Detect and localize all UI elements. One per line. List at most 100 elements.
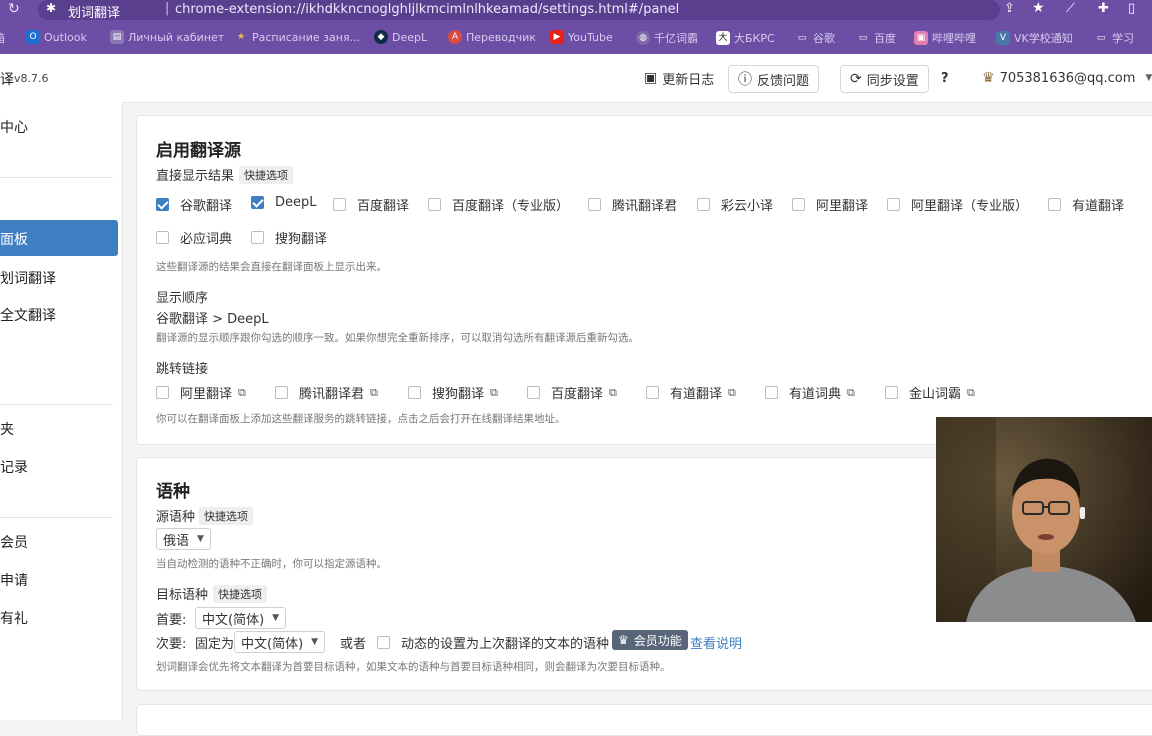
jump-checkbox-sogou[interactable]: 搜狗翻译 ⧉ — [408, 383, 498, 402]
vk-icon: V — [996, 31, 1010, 45]
page-icon: ▤ — [110, 30, 124, 44]
source-checkbox-ali-pro[interactable]: 阿里翻译（专业版） — [887, 195, 1028, 214]
checkbox[interactable] — [1048, 198, 1061, 211]
crown-icon: ♛ — [982, 70, 995, 86]
checkbox[interactable] — [408, 386, 421, 399]
next-section-card — [136, 704, 1152, 736]
secondary-target-label: 次要: — [156, 637, 187, 652]
source-checkbox-ali[interactable]: 阿里翻译 — [792, 195, 868, 214]
checkbox[interactable] — [792, 198, 805, 211]
bookmark-item[interactable]: ▭ 百度 — [856, 30, 896, 46]
feedback-button[interactable]: ⓘ 反馈问题 — [728, 65, 820, 93]
sidebar-divider — [0, 177, 113, 178]
sidebar-item-apply[interactable]: 申请 — [0, 570, 28, 590]
globe-icon: ◍ — [636, 31, 650, 45]
quick-options-tag[interactable]: 快捷选项 — [213, 585, 267, 603]
jump-checkbox-kingsoft[interactable]: 金山词霸 ⧉ — [885, 383, 975, 402]
view-details-link[interactable]: 查看说明 — [690, 633, 742, 652]
checkbox[interactable] — [333, 198, 346, 211]
checkbox[interactable] — [156, 198, 169, 211]
jump-checkbox-youdao-dict[interactable]: 有道词典 ⧉ — [765, 383, 855, 402]
source-checkbox-bing[interactable]: 必应词典 — [156, 228, 232, 247]
quick-options-tag[interactable]: 快捷选项 — [239, 166, 293, 184]
sidebar-item-rewards[interactable]: 有礼 — [0, 608, 28, 628]
checkbox[interactable] — [251, 231, 264, 244]
source-language-select[interactable]: 俄语 ▼ — [156, 528, 211, 550]
puzzle-icon[interactable]: ✚ — [1098, 1, 1109, 16]
outlook-icon: O — [26, 30, 40, 44]
source-checkbox-baidu-pro[interactable]: 百度翻译（专业版） — [428, 195, 569, 214]
deepl-icon: ◆ — [374, 30, 388, 44]
chevron-down-icon: ▼ — [1145, 73, 1152, 83]
dynamic-language-checkbox[interactable]: 动态的设置为上次翻译的文本的语种 — [377, 633, 609, 652]
jump-checkbox-ali[interactable]: 阿里翻译 ⧉ — [156, 383, 246, 402]
bookmark-item[interactable]: ▣ 哔哩哔哩 — [914, 30, 976, 46]
source-language-label: 源语种 — [156, 510, 196, 525]
primary-target-select[interactable]: 中文(简体) ▼ — [195, 607, 287, 629]
checkbox[interactable] — [251, 196, 264, 209]
sidebar-item-folder[interactable]: 夹 — [0, 419, 14, 439]
quick-options-tag[interactable]: 快捷选项 — [199, 507, 253, 525]
jump-links-label: 跳转链接 — [156, 362, 209, 377]
jump-checkbox-baidu[interactable]: 百度翻译 ⧉ — [527, 383, 617, 402]
bookmark-item[interactable]: ★ Расписание заня... — [234, 30, 360, 44]
source-checkbox-deepl[interactable]: DeepL — [251, 195, 317, 210]
checkbox[interactable] — [588, 198, 601, 211]
checkbox[interactable] — [275, 386, 288, 399]
checkbox[interactable] — [527, 386, 540, 399]
help-icon[interactable]: ? — [941, 65, 949, 91]
sidebar-item-fulltext-translate[interactable]: 全文翻译 — [0, 305, 56, 325]
share-icon[interactable]: ⇪ — [1004, 1, 1015, 16]
checkbox[interactable] — [428, 198, 441, 211]
source-checkbox-baidu[interactable]: 百度翻译 — [333, 195, 409, 214]
account-menu[interactable]: ♛ 705381636@qq.com ▼ — [982, 65, 1152, 91]
secondary-target-select[interactable]: 中文(简体) ▼ — [234, 631, 326, 653]
bookmark-item[interactable]: ◆ DeepL — [374, 30, 427, 44]
bookmark-item[interactable]: O Outlook — [26, 30, 87, 44]
checkbox[interactable] — [765, 386, 778, 399]
address-bar[interactable]: ✱ 划词翻译 | chrome-extension://ikhdkkncnogl… — [38, 0, 1045, 21]
source-checkbox-youdao[interactable]: 有道翻译 — [1048, 195, 1124, 214]
checkbox[interactable] — [887, 198, 900, 211]
reload-icon[interactable]: ↻ — [8, 1, 20, 17]
source-checkbox-tencent[interactable]: 腾讯翻译君 — [588, 195, 677, 214]
sidebar-item-center[interactable]: 中心 — [0, 117, 28, 137]
extension-slash-icon[interactable]: ⟋ — [1066, 1, 1075, 16]
jump-checkbox-tencent[interactable]: 腾讯翻译君 ⧉ — [275, 383, 378, 402]
bookmark-item[interactable]: ▶ YouTube — [550, 30, 613, 44]
checkbox[interactable] — [646, 386, 659, 399]
url-text[interactable]: chrome-extension://ikhdkkncnoglghljlkmci… — [175, 2, 679, 17]
jump-checkbox-youdao-translate[interactable]: 有道翻译 ⧉ — [646, 383, 736, 402]
bookmark-item[interactable]: ▭ 学习 — [1094, 30, 1134, 46]
bookmark-star-icon[interactable]: ★ — [1032, 0, 1045, 16]
sync-button[interactable]: ⟳ 同步设置 — [840, 65, 929, 93]
bookmark-item[interactable]: V VK学校通知 — [996, 30, 1073, 46]
changelog-button[interactable]: ▣ 更新日志 — [644, 65, 714, 91]
tab-title: 划词翻译 — [68, 6, 121, 21]
external-link-icon: ⧉ — [238, 385, 246, 399]
or-label: 或者 — [340, 637, 367, 652]
external-link-icon: ⧉ — [967, 385, 975, 399]
sidepanel-icon[interactable]: ▯ — [1128, 1, 1135, 16]
bookmark-item[interactable]: ◍ 千亿词霸 — [636, 30, 698, 46]
sidebar-item-membership[interactable]: 会员 — [0, 532, 28, 552]
source-checkbox-sogou[interactable]: 搜狗翻译 — [251, 228, 327, 247]
sidebar-item-panel[interactable]: 面板 — [0, 220, 118, 256]
sidebar-item-selection-translate[interactable]: 划词翻译 — [0, 268, 56, 288]
source-checkbox-google[interactable]: 谷歌翻译 — [156, 195, 232, 214]
bookmark-item[interactable]: ▭ 谷歌 — [795, 30, 835, 46]
bookmark-item[interactable]: A Переводчик — [448, 30, 536, 44]
translate-icon: A — [448, 30, 462, 44]
sidebar-item-history[interactable]: 记录 — [0, 457, 28, 477]
bookmark-item[interactable]: 大大БКРС — [716, 30, 775, 46]
checkbox[interactable] — [156, 386, 169, 399]
source-checkbox-caiyun[interactable]: 彩云小译 — [697, 195, 773, 214]
bookmark-item[interactable]: 箱 — [0, 30, 5, 46]
checkbox[interactable] — [156, 231, 169, 244]
settings-sidebar: 中心 面板 划词翻译 全文翻译 夹 记录 会员 申请 有礼 — [0, 102, 123, 720]
checkbox[interactable] — [885, 386, 898, 399]
star-icon: ★ — [236, 32, 246, 42]
checkbox[interactable] — [697, 198, 710, 211]
bookmark-item[interactable]: ▤ Личный кабинет — [110, 30, 224, 44]
checkbox[interactable] — [377, 636, 390, 649]
